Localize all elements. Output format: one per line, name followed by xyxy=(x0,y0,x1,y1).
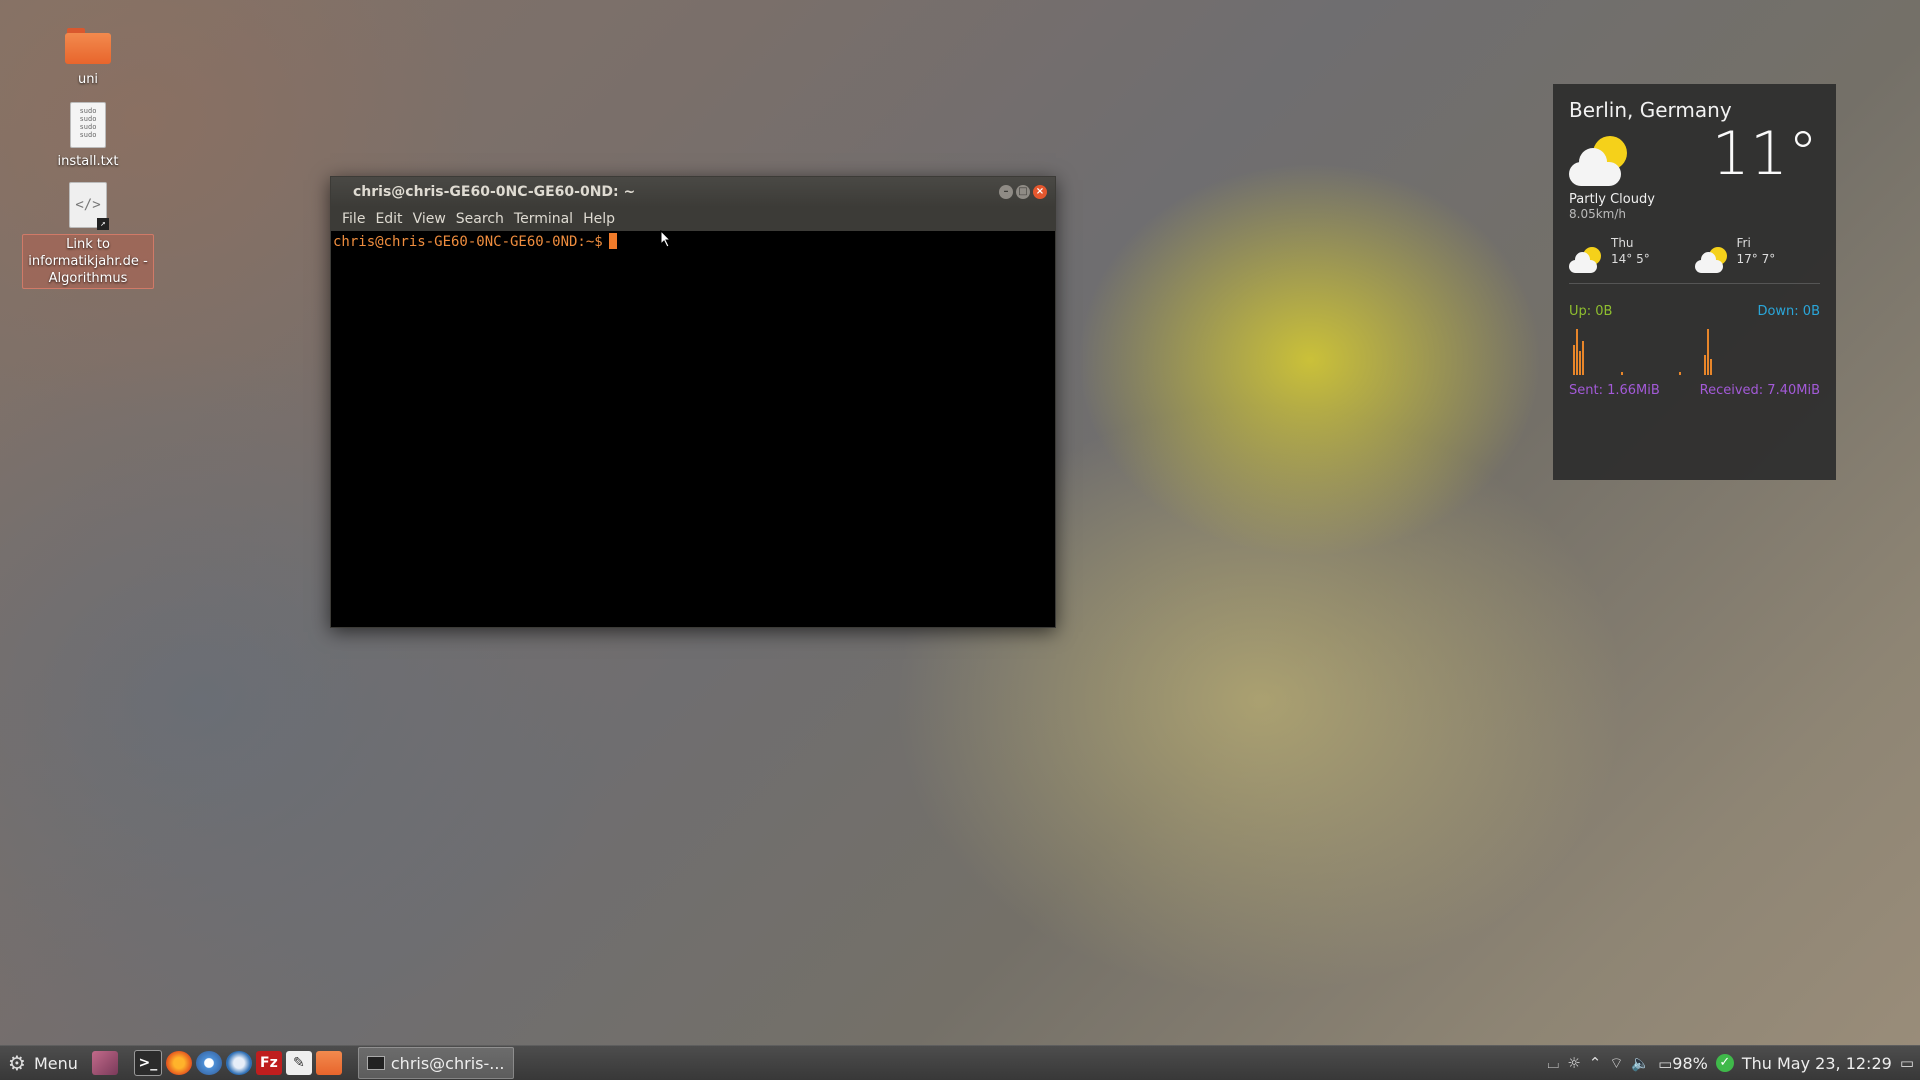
text-editor-icon[interactable]: ✎ xyxy=(285,1051,312,1075)
folder-icon xyxy=(65,28,111,64)
graph-spike xyxy=(1621,372,1623,375)
menu-file[interactable]: File xyxy=(337,207,370,231)
forecast-day: Fri xyxy=(1736,236,1751,250)
desktop-icon[interactable] xyxy=(91,1051,118,1075)
gear-icon: ⚙ xyxy=(8,1051,26,1075)
network-graph xyxy=(1569,323,1820,375)
terminal-output[interactable]: chris@chris-GE60-0NC-GE60-0ND:~$ xyxy=(331,231,1055,253)
minimize-button[interactable]: – xyxy=(999,185,1013,199)
weather-temperature: 11° xyxy=(1711,119,1818,189)
link-arrow-icon: ↗ xyxy=(97,218,109,230)
filezilla-icon[interactable]: Fz xyxy=(255,1051,282,1075)
html-glyph: </> xyxy=(75,197,101,213)
graph-spike xyxy=(1579,351,1581,375)
shell-prompt: chris@chris-GE60-0NC-GE60-0ND:~$ xyxy=(333,234,603,250)
taskbar-window-label: chris@chris-... xyxy=(390,1053,505,1073)
system-tray: ⌴ ☼ ⌃ ⌔ 🔈 ▭98% ✓ Thu May 23, 12:29 ▭ xyxy=(1547,1054,1920,1073)
desktop-icon-link[interactable]: </> ↗ Link to informatikjahr.de - Algori… xyxy=(22,182,154,289)
partly-cloudy-icon xyxy=(1694,247,1729,273)
taskbar: ⚙ Menu >_ Fz ✎ chris@chris-... ⌴ ☼ ⌃ ⌔ 🔈… xyxy=(0,1045,1920,1080)
mouse-pointer-icon xyxy=(660,230,672,248)
chevron-up-icon[interactable]: ⌃ xyxy=(1589,1054,1602,1072)
partly-cloudy-icon xyxy=(1569,247,1603,273)
graph-spike xyxy=(1679,372,1681,375)
text-cursor xyxy=(608,233,617,249)
desktop-icon-label: Link to informatikjahr.de - Algorithmus xyxy=(22,234,154,289)
terminal-icon xyxy=(366,1056,385,1070)
weather-sun-icon[interactable]: ☼ xyxy=(1567,1054,1580,1072)
forecast-temps: 17° 7° xyxy=(1736,252,1776,266)
graph-spike xyxy=(1707,329,1709,375)
desktop-icon-label: uni xyxy=(77,72,99,87)
forecast-fri: Fri 17° 7° xyxy=(1694,235,1821,273)
forecast-row: Thu 14° 5° Fri 17° 7° xyxy=(1569,235,1820,284)
maximize-button[interactable]: □ xyxy=(1016,185,1030,199)
battery-indicator[interactable]: ▭98% xyxy=(1658,1054,1708,1073)
show-desktop-icon[interactable]: ▭ xyxy=(1900,1054,1914,1072)
chromium-icon[interactable] xyxy=(195,1051,222,1075)
menu-search[interactable]: Search xyxy=(451,207,509,231)
volume-icon[interactable]: 🔈 xyxy=(1631,1054,1650,1072)
terminal-icon[interactable]: >_ xyxy=(133,1050,162,1076)
desktop-icon-label: install.txt xyxy=(57,154,119,169)
file-preview-text: sudo sudo sudo sudo xyxy=(79,107,97,139)
weather-widget: Berlin, Germany 11° Partly Cloudy 8.05km… xyxy=(1553,84,1836,480)
terminal-window[interactable]: chris@chris-GE60-0NC-GE60-0ND: ~ – □ × F… xyxy=(330,176,1056,628)
clock[interactable]: Thu May 23, 12:29 xyxy=(1742,1054,1892,1073)
keyboard-icon[interactable]: ⌴ xyxy=(1547,1054,1559,1072)
network-sent: Sent: 1.66MiB xyxy=(1569,383,1660,398)
files-icon[interactable] xyxy=(315,1051,342,1075)
menu-terminal[interactable]: Terminal xyxy=(509,207,578,231)
network-down: Down: 0B xyxy=(1757,304,1820,319)
forecast-temps: 14° 5° xyxy=(1611,252,1650,266)
text-file-icon: sudo sudo sudo sudo xyxy=(70,102,106,148)
battery-icon: ▭ xyxy=(1658,1054,1673,1073)
network-up: Up: 0B xyxy=(1569,304,1613,319)
terminal-menubar: File Edit View Search Terminal Help xyxy=(331,207,1055,231)
update-check-icon[interactable]: ✓ xyxy=(1715,1054,1734,1072)
menu-view[interactable]: View xyxy=(408,207,451,231)
close-button[interactable]: × xyxy=(1033,185,1047,199)
desktop-icon-install-txt[interactable]: sudo sudo sudo sudo install.txt xyxy=(22,102,154,171)
wifi-icon[interactable]: ⌔ xyxy=(1609,1054,1623,1073)
graph-spike xyxy=(1710,359,1712,375)
graph-spike xyxy=(1576,329,1578,375)
taskbar-window-terminal[interactable]: chris@chris-... xyxy=(357,1047,514,1079)
menu-button[interactable]: ⚙ Menu xyxy=(0,1046,86,1080)
thunderbird-icon[interactable] xyxy=(225,1051,252,1075)
terminal-titlebar[interactable]: chris@chris-GE60-0NC-GE60-0ND: ~ – □ × xyxy=(331,177,1055,207)
forecast-day: Thu xyxy=(1611,236,1634,250)
battery-percent: 98% xyxy=(1672,1053,1708,1073)
menu-edit[interactable]: Edit xyxy=(370,207,407,231)
menu-label: Menu xyxy=(33,1053,78,1073)
menu-help[interactable]: Help xyxy=(578,207,620,231)
window-title: chris@chris-GE60-0NC-GE60-0ND: ~ xyxy=(353,184,636,200)
partly-cloudy-icon xyxy=(1569,136,1631,186)
weather-wind: 8.05km/h xyxy=(1569,207,1627,221)
firefox-icon[interactable] xyxy=(165,1051,192,1075)
weather-condition: Partly Cloudy xyxy=(1569,192,1655,207)
html-file-icon: </> ↗ xyxy=(69,182,109,230)
desktop-icon-uni[interactable]: uni xyxy=(22,28,154,89)
network-received: Received: 7.40MiB xyxy=(1699,383,1820,398)
graph-spike xyxy=(1582,341,1584,375)
graph-spike xyxy=(1573,345,1575,375)
graph-spike xyxy=(1704,355,1706,375)
forecast-thu: Thu 14° 5° xyxy=(1569,235,1695,273)
